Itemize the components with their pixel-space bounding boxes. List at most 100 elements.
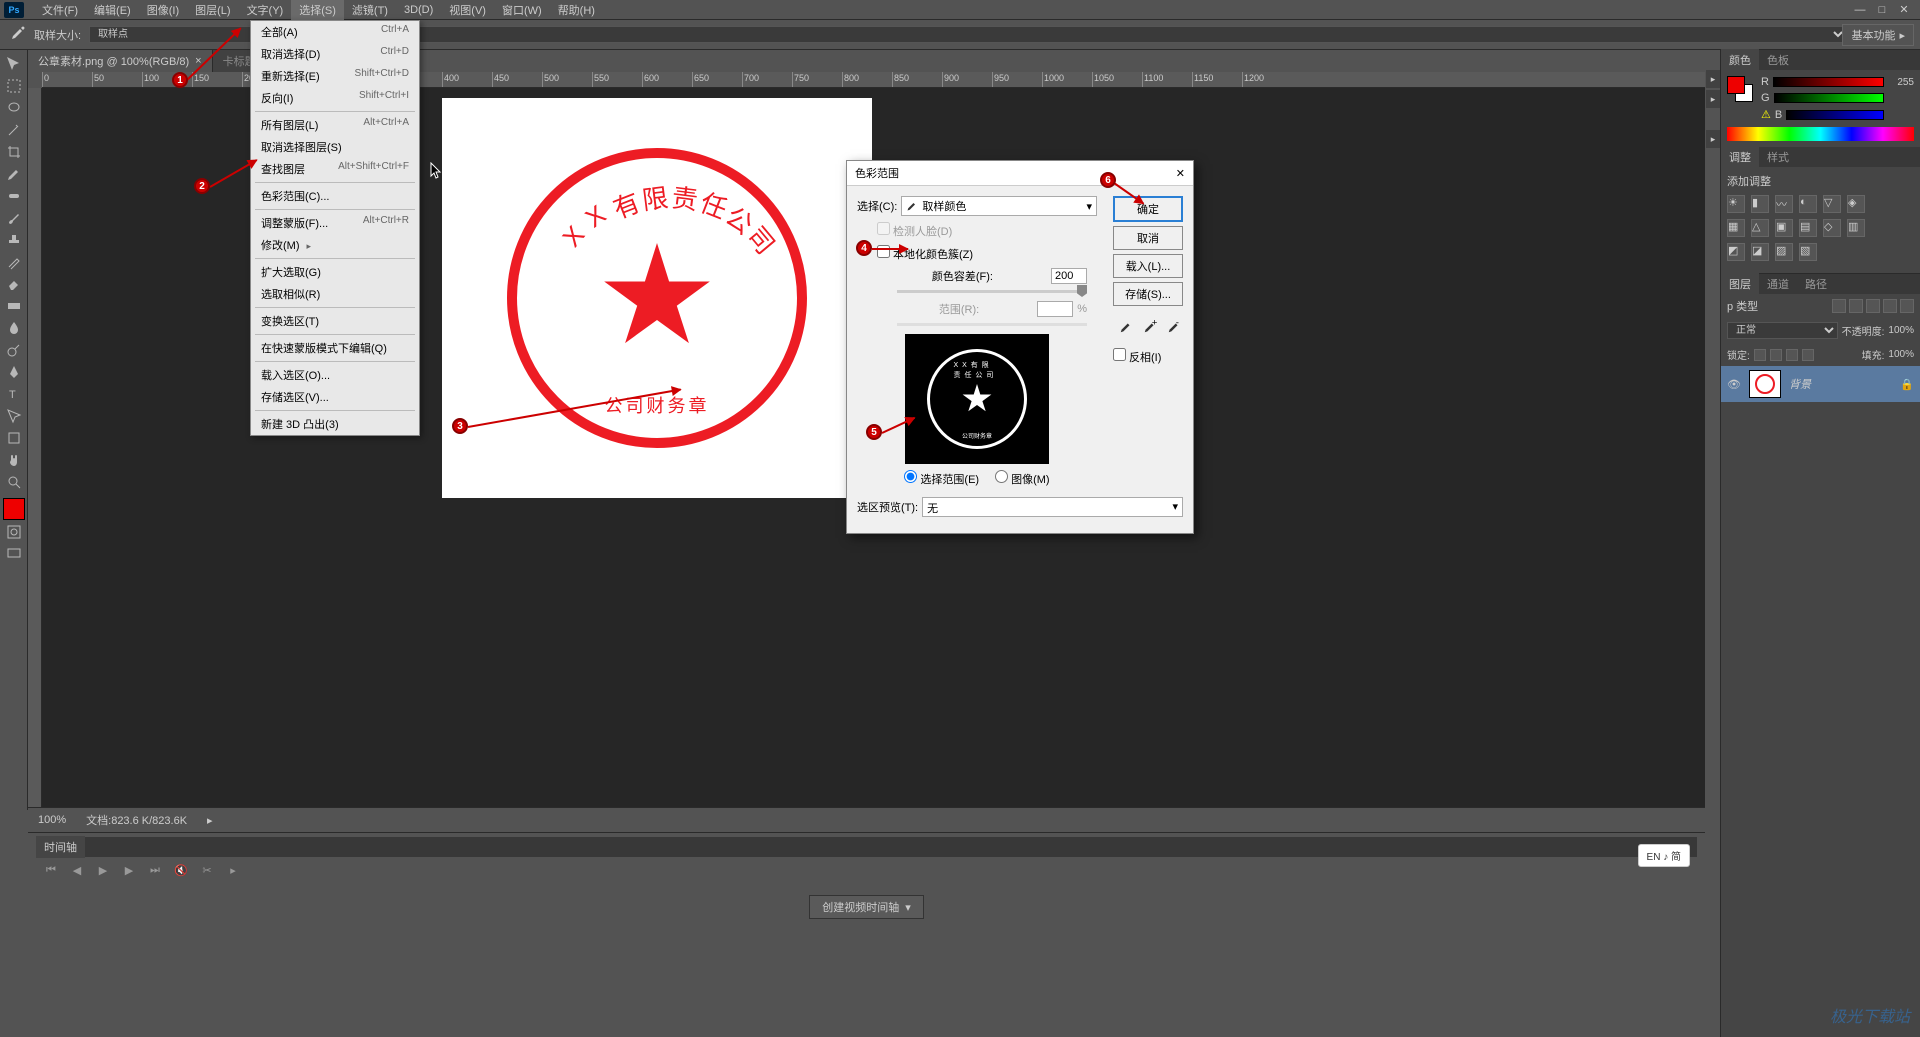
hue-bar[interactable] xyxy=(1727,127,1914,141)
layers-tab[interactable]: 图层 xyxy=(1721,273,1759,295)
menu-item[interactable]: 变换选区(T) xyxy=(251,310,419,332)
path-tool[interactable] xyxy=(3,406,25,426)
transition-icon[interactable]: ▸ xyxy=(224,863,242,877)
paths-tab[interactable]: 路径 xyxy=(1797,273,1835,295)
shape-tool[interactable] xyxy=(3,428,25,448)
timeline-tab[interactable]: 时间轴 xyxy=(36,836,85,858)
swatches-tab[interactable]: 色板 xyxy=(1759,49,1797,71)
wand-tool[interactable] xyxy=(3,120,25,140)
filter-icon[interactable] xyxy=(1849,299,1863,313)
filter-kind[interactable]: p 类型 xyxy=(1727,298,1758,314)
next-frame-icon[interactable]: ▶ xyxy=(120,863,138,877)
close-button[interactable]: ✕ xyxy=(1894,3,1914,17)
menu-view[interactable]: 视图(V) xyxy=(441,0,494,20)
eraser-tool[interactable] xyxy=(3,274,25,294)
maximize-button[interactable]: □ xyxy=(1872,3,1892,17)
ime-indicator[interactable]: EN ♪ 简 xyxy=(1638,844,1690,867)
brush-tool[interactable] xyxy=(3,208,25,228)
visibility-icon[interactable]: 👁 xyxy=(1727,378,1741,391)
g-slider[interactable] xyxy=(1774,93,1884,103)
adj-icon[interactable]: ▧ xyxy=(1799,243,1817,261)
screenmode-toggle[interactable] xyxy=(3,544,25,564)
styles-tab[interactable]: 样式 xyxy=(1759,146,1797,168)
adj-brightness-icon[interactable]: ☀ xyxy=(1727,195,1745,213)
lock-icon[interactable] xyxy=(1754,349,1766,361)
invert-checkbox[interactable]: 反相(I) xyxy=(1113,348,1183,365)
fill-value[interactable]: 100% xyxy=(1888,349,1914,360)
lock-icon[interactable]: 🔒 xyxy=(1900,378,1914,391)
workspace-switcher[interactable]: 基本功能▸ xyxy=(1842,24,1914,46)
filter-icon[interactable] xyxy=(1900,299,1914,313)
lock-icon[interactable] xyxy=(1802,349,1814,361)
crop-tool[interactable] xyxy=(3,142,25,162)
menu-item[interactable]: 扩大选取(G) xyxy=(251,261,419,283)
adj-icon[interactable]: ◩ xyxy=(1727,243,1745,261)
dialog-close-icon[interactable]: ✕ xyxy=(1176,167,1185,180)
lock-icon[interactable] xyxy=(1786,349,1798,361)
zoom-tool[interactable] xyxy=(3,472,25,492)
adj-icon[interactable]: ▥ xyxy=(1847,219,1865,237)
select-dropdown[interactable]: 取样颜色 ▾ xyxy=(901,196,1097,216)
eyedropper-tool[interactable] xyxy=(3,164,25,184)
opacity-value[interactable]: 100% xyxy=(1888,325,1914,336)
menu-layer[interactable]: 图层(L) xyxy=(187,0,238,20)
menu-item[interactable]: 存储选区(V)... xyxy=(251,386,419,408)
eyedropper-sub-icon[interactable]: - xyxy=(1165,318,1183,336)
filter-icon[interactable] xyxy=(1832,299,1846,313)
adj-exposure-icon[interactable]: ◐ xyxy=(1799,195,1817,213)
stamp-tool[interactable] xyxy=(3,230,25,250)
menu-item[interactable]: 修改(M) ▸ xyxy=(251,234,419,256)
filter-icon[interactable] xyxy=(1883,299,1897,313)
r-slider[interactable] xyxy=(1773,77,1884,87)
blend-mode-select[interactable]: 正常 xyxy=(1727,322,1838,339)
adj-icon[interactable]: ▨ xyxy=(1775,243,1793,261)
menu-item[interactable]: 在快速蒙版模式下编辑(Q) xyxy=(251,337,419,359)
adj-levels-icon[interactable]: ▮ xyxy=(1751,195,1769,213)
menu-item[interactable]: 载入选区(O)... xyxy=(251,364,419,386)
minimize-button[interactable]: — xyxy=(1850,3,1870,17)
menu-item[interactable]: 所有图层(L)Alt+Ctrl+A xyxy=(251,114,419,136)
adj-icon[interactable]: ▣ xyxy=(1775,219,1793,237)
menu-file[interactable]: 文件(F) xyxy=(34,0,86,20)
blur-tool[interactable] xyxy=(3,318,25,338)
adj-vibrance-icon[interactable]: ▽ xyxy=(1823,195,1841,213)
dodge-tool[interactable] xyxy=(3,340,25,360)
radio-selection[interactable]: 选择范围(E) xyxy=(904,470,979,487)
gradient-tool[interactable] xyxy=(3,296,25,316)
menu-window[interactable]: 窗口(W) xyxy=(494,0,550,20)
collapsed-tab[interactable]: ▸ xyxy=(1706,130,1720,148)
adj-icon[interactable]: △ xyxy=(1751,219,1769,237)
channels-tab[interactable]: 通道 xyxy=(1759,273,1797,295)
cancel-button[interactable]: 取消 xyxy=(1113,226,1183,250)
color-picker[interactable] xyxy=(1727,76,1753,102)
menu-help[interactable]: 帮助(H) xyxy=(550,0,603,20)
menu-item[interactable]: 选取相似(R) xyxy=(251,283,419,305)
menu-item[interactable]: 新建 3D 凸出(3) xyxy=(251,413,419,435)
eyedropper-icon[interactable] xyxy=(1117,318,1135,336)
scissors-icon[interactable]: ✂ xyxy=(198,863,216,877)
menu-select[interactable]: 选择(S) xyxy=(291,0,344,20)
menu-item[interactable]: 色彩范围(C)... xyxy=(251,185,419,207)
text-tool[interactable]: T xyxy=(3,384,25,404)
adj-icon[interactable]: ◪ xyxy=(1751,243,1769,261)
hand-tool[interactable] xyxy=(3,450,25,470)
audio-icon[interactable]: 🔇 xyxy=(172,863,190,877)
fuzziness-slider[interactable] xyxy=(897,290,1087,293)
history-brush-tool[interactable] xyxy=(3,252,25,272)
color-tab[interactable]: 颜色 xyxy=(1721,49,1759,71)
move-tool[interactable] xyxy=(3,54,25,74)
menu-item[interactable]: 反向(I)Shift+Ctrl+I xyxy=(251,87,419,109)
play-icon[interactable]: ▶ xyxy=(94,863,112,877)
document-canvas[interactable]: XX有限责任公司 公司财务章 xyxy=(442,98,872,498)
prev-frame-icon[interactable]: ◀ xyxy=(68,863,86,877)
lock-icon[interactable] xyxy=(1770,349,1782,361)
dialog-titlebar[interactable]: 色彩范围 ✕ xyxy=(847,161,1193,186)
menu-edit[interactable]: 编辑(E) xyxy=(86,0,139,20)
foreground-color[interactable] xyxy=(3,498,25,520)
doc-tab-active[interactable]: 公章素材.png @ 100%(RGB/8)× xyxy=(28,50,213,72)
create-timeline-button[interactable]: 创建视频时间轴▾ xyxy=(809,895,924,919)
load-button[interactable]: 载入(L)... xyxy=(1113,254,1183,278)
marquee-tool[interactable] xyxy=(3,76,25,96)
lasso-tool[interactable] xyxy=(3,98,25,118)
layer-thumbnail[interactable] xyxy=(1749,370,1781,398)
